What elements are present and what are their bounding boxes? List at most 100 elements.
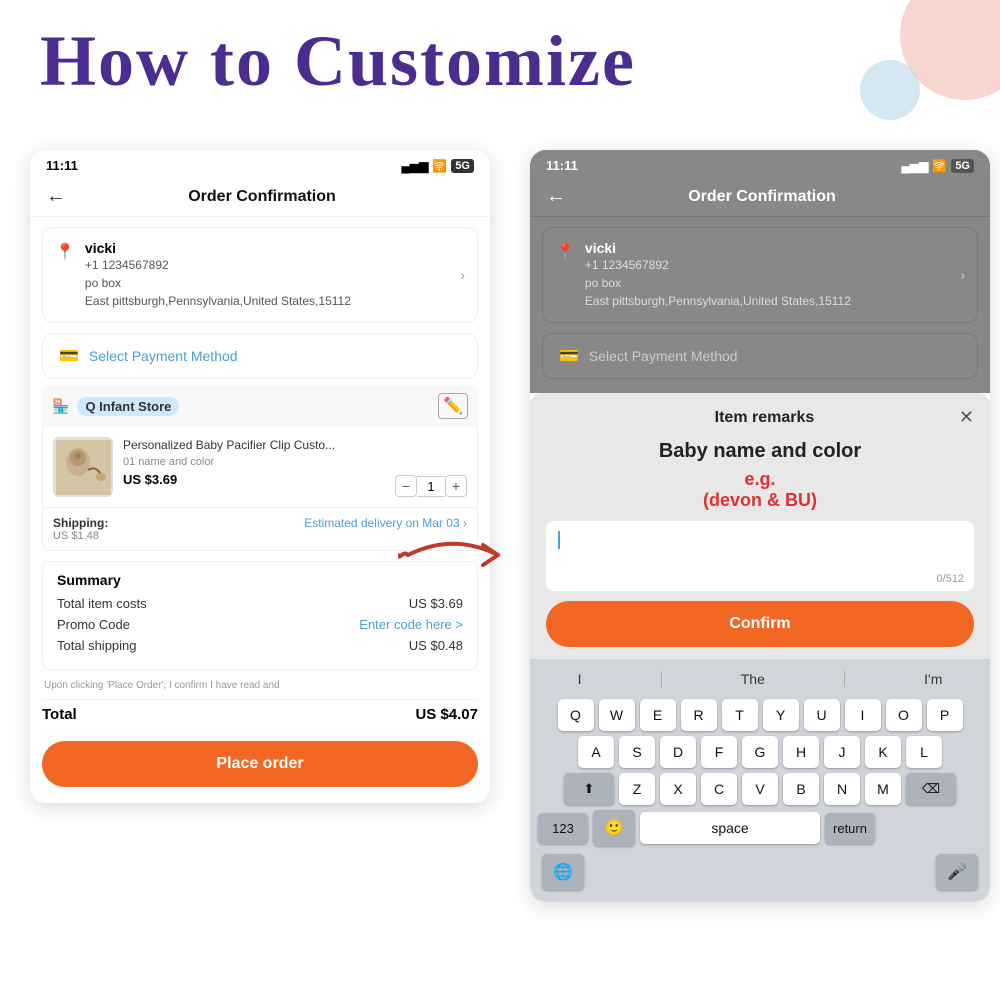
key-i[interactable]: I xyxy=(845,699,881,731)
key-shift[interactable]: ⬆ xyxy=(564,773,614,805)
popup-close-button[interactable]: ✕ xyxy=(959,407,974,428)
key-v[interactable]: V xyxy=(742,773,778,805)
item-remarks-popup: Item remarks ✕ Baby name and color e.g. … xyxy=(530,393,990,659)
product-name-left: Personalized Baby Pacifier Clip Custo... xyxy=(123,437,385,454)
status-icons-right: ▄▅▆ 🛜 5G xyxy=(901,159,974,173)
popup-title: Item remarks xyxy=(570,409,959,427)
battery-icon-right: 5G xyxy=(951,159,974,173)
suggestion-im[interactable]: I'm xyxy=(916,669,950,689)
qty-minus-left[interactable]: − xyxy=(395,475,417,497)
key-mic[interactable]: 🎤 xyxy=(936,854,978,890)
summary-promo-row[interactable]: Promo Code Enter code here > xyxy=(57,617,463,632)
key-c[interactable]: C xyxy=(701,773,737,805)
payment-row-right[interactable]: 💳 Select Payment Method xyxy=(542,333,978,379)
qty-value-left: 1 xyxy=(417,476,445,497)
key-b[interactable]: B xyxy=(783,773,819,805)
key-m[interactable]: M xyxy=(865,773,901,805)
address-arrow-right: › xyxy=(960,267,965,283)
key-h[interactable]: H xyxy=(783,736,819,768)
total-shipping-val: US $0.48 xyxy=(409,638,463,653)
address-card-left[interactable]: 📍 vicki +1 1234567892 po box East pittsb… xyxy=(42,227,478,323)
key-p[interactable]: P xyxy=(927,699,963,731)
total-val-left: US $4.07 xyxy=(415,706,478,723)
store-name-left: Q Infant Store xyxy=(77,397,179,416)
key-r[interactable]: R xyxy=(681,699,717,731)
shipping-label-left: Shipping: xyxy=(53,516,108,530)
address-street-left: po box xyxy=(85,274,450,292)
confirm-button[interactable]: Confirm xyxy=(546,601,974,647)
battery-icon: 5G xyxy=(451,159,474,173)
address-city-right: East pittsburgh,Pennsylvania,United Stat… xyxy=(585,292,950,310)
key-globe[interactable]: 🌐 xyxy=(542,854,584,890)
page-title: How to Customize xyxy=(40,20,636,103)
payment-row-left[interactable]: 💳 Select Payment Method xyxy=(42,333,478,379)
key-d[interactable]: D xyxy=(660,736,696,768)
key-space[interactable]: space xyxy=(640,812,820,844)
kb-suggestions: I The I'm xyxy=(534,667,986,691)
address-phone-right: +1 1234567892 xyxy=(585,256,950,274)
time-right: 11:11 xyxy=(546,158,578,173)
key-f[interactable]: F xyxy=(701,736,737,768)
key-e[interactable]: E xyxy=(640,699,676,731)
place-order-button[interactable]: Place order xyxy=(42,741,478,787)
key-y[interactable]: Y xyxy=(763,699,799,731)
address-arrow-left: › xyxy=(460,267,465,283)
payment-icon-left: 💳 xyxy=(59,346,79,366)
nav-bar-right: ← Order Confirmation xyxy=(530,177,990,217)
key-q[interactable]: Q xyxy=(558,699,594,731)
location-icon-right: 📍 xyxy=(555,242,575,262)
nav-bar-left: ← Order Confirmation xyxy=(30,177,490,217)
key-return[interactable]: return xyxy=(825,813,875,844)
key-g[interactable]: G xyxy=(742,736,778,768)
summary-item-row: Total item costs US $3.69 xyxy=(57,596,463,611)
kb-row-3: ⬆ Z X C V B N M ⌫ xyxy=(534,773,986,805)
char-count: 0/512 xyxy=(936,573,964,585)
product-variant-left: 01 name and color xyxy=(123,456,385,468)
promo-val[interactable]: Enter code here > xyxy=(359,617,463,632)
key-emoji[interactable]: 🙂 xyxy=(593,810,635,846)
address-name-left: vicki xyxy=(85,240,450,256)
deco-circle-blue xyxy=(860,60,920,120)
key-o[interactable]: O xyxy=(886,699,922,731)
remark-label: Baby name and color xyxy=(530,436,990,467)
key-k[interactable]: K xyxy=(865,736,901,768)
wifi-icon-right: 🛜 xyxy=(932,159,947,173)
key-123[interactable]: 123 xyxy=(538,813,588,844)
product-row-left: Personalized Baby Pacifier Clip Custo...… xyxy=(42,427,478,508)
store-icon-left: 🏪 xyxy=(52,398,69,415)
key-j[interactable]: J xyxy=(824,736,860,768)
key-x[interactable]: X xyxy=(660,773,696,805)
item-costs-val: US $3.69 xyxy=(409,596,463,611)
key-a[interactable]: A xyxy=(578,736,614,768)
payment-label-right: Select Payment Method xyxy=(589,348,738,364)
suggestion-the[interactable]: The xyxy=(733,669,773,689)
summary-shipping-row: Total shipping US $0.48 xyxy=(57,638,463,653)
kb-row-2: A S D F G H J K L xyxy=(534,736,986,768)
product-price-left: US $3.69 xyxy=(123,472,385,487)
note-input-box[interactable]: 0/512 xyxy=(546,521,974,591)
suggestion-i[interactable]: I xyxy=(570,669,590,689)
total-label-left: Total xyxy=(42,706,77,723)
item-costs-label: Total item costs xyxy=(57,596,147,611)
key-w[interactable]: W xyxy=(599,699,635,731)
back-button-right[interactable]: ← xyxy=(546,185,566,208)
nav-title-left: Order Confirmation xyxy=(78,188,446,206)
key-s[interactable]: S xyxy=(619,736,655,768)
qty-plus-left[interactable]: + xyxy=(445,475,467,497)
back-button-left[interactable]: ← xyxy=(46,185,66,208)
key-l[interactable]: L xyxy=(906,736,942,768)
address-street-right: po box xyxy=(585,274,950,292)
promo-label: Promo Code xyxy=(57,617,130,632)
time-left: 11:11 xyxy=(46,158,78,173)
key-t[interactable]: T xyxy=(722,699,758,731)
key-u[interactable]: U xyxy=(804,699,840,731)
key-n[interactable]: N xyxy=(824,773,860,805)
note-button-left[interactable]: ✏️ xyxy=(438,393,468,419)
left-phone-screenshot: 11:11 ▄▅▆ 🛜 5G ← Order Confirmation 📍 vi… xyxy=(30,150,490,803)
key-delete[interactable]: ⌫ xyxy=(906,773,956,805)
wifi-icon: 🛜 xyxy=(432,159,447,173)
key-z[interactable]: Z xyxy=(619,773,655,805)
address-phone-left: +1 1234567892 xyxy=(85,256,450,274)
address-card-right[interactable]: 📍 vicki +1 1234567892 po box East pittsb… xyxy=(542,227,978,323)
signal-icon: ▄▅▆ xyxy=(401,159,428,173)
